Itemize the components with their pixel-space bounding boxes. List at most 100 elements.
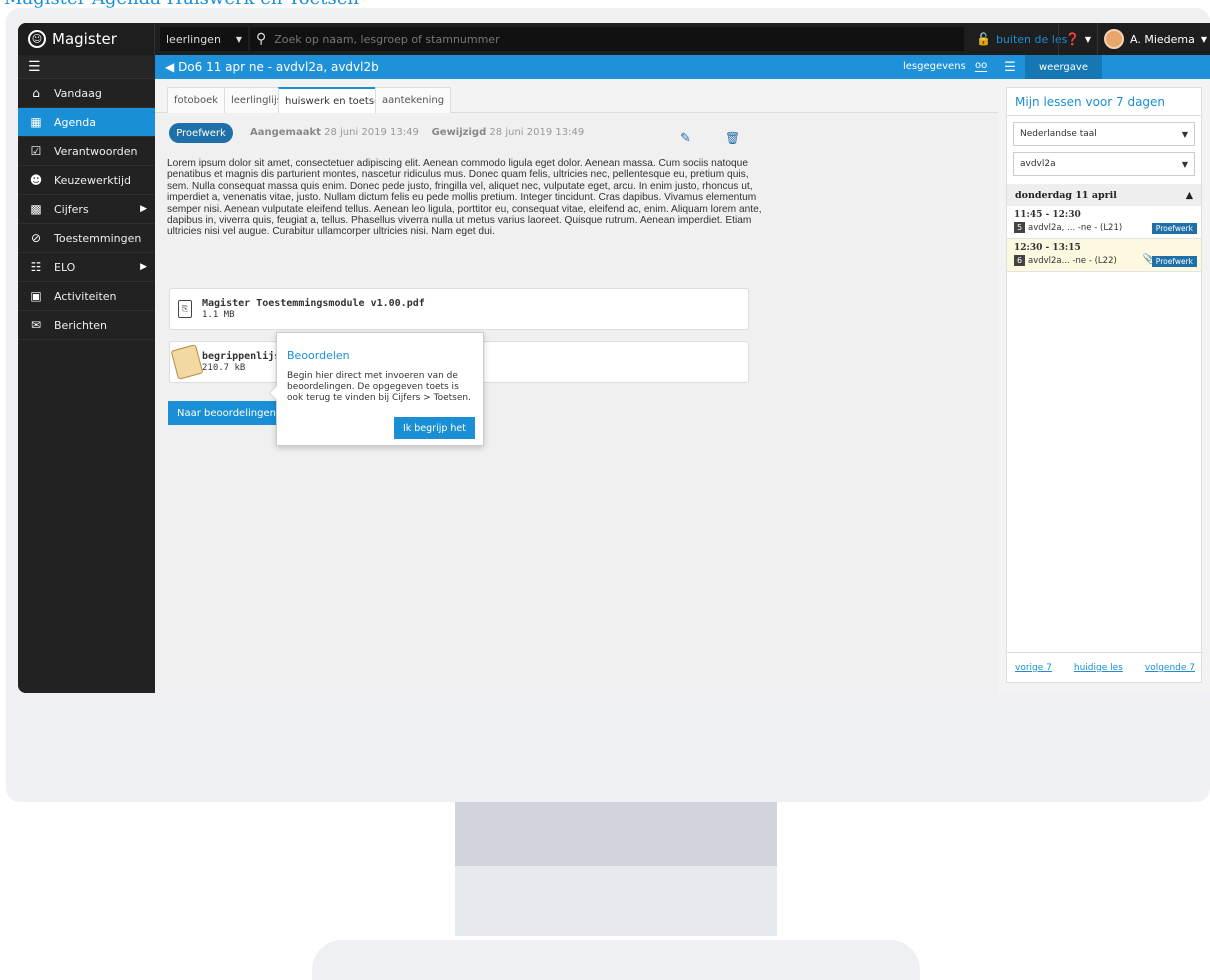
menu-toggle-button[interactable]: ☰ [18,55,155,79]
list-view-button[interactable]: ☰ [998,55,1022,79]
lesson-tag: Proefwerk [1151,223,1197,234]
help-icon: ❓ [1064,32,1080,46]
help-menu[interactable]: ❓ ▼ [1058,23,1098,55]
sidebar-item-label: Berichten [54,318,107,332]
pdf-icon: ⎘ [178,300,192,318]
envelope-icon: ✉ [30,318,42,332]
glasses-icon[interactable]: oo [975,60,988,72]
tab-bar: fotoboek leerlinglijst huiswerk en toets… [155,79,998,114]
widget-title: Mijn lessen voor 7 dagen [1007,88,1201,116]
created-date: 28 juni 2019 13:49 [324,127,419,138]
caret-down-icon: ▼ [1200,34,1208,44]
lessons-pagination: vorige 7 huidige les volgende 7 [1007,652,1203,682]
search-scope-select[interactable]: leerlingen ▼ [160,27,248,51]
chevron-right-icon: ▶ [140,204,147,214]
app-logo[interactable]: ☺ Magister [18,23,155,55]
day-label: donderdag 11 april [1015,189,1117,201]
created-label: Aangemaakt [250,127,321,138]
group-select[interactable]: avdvl2a ▼ [1013,152,1195,176]
dismiss-button[interactable]: Ik begrijp het [393,417,475,439]
monitor-stand [312,940,920,980]
hamburger-icon: ☰ [28,58,41,75]
calendar-icon: ▦ [30,115,42,129]
popover-title: Beoordelen [287,349,350,362]
search-input[interactable]: ⚲ Zoek op naam, lesgroep of stamnummer [250,27,964,51]
home-icon: ⌂ [32,86,40,100]
edit-icon[interactable]: ✎ [680,131,691,146]
lesson-hour: 5 [1014,222,1025,233]
sidebar-item-label: Agenda [54,115,96,129]
sidebar-item-agenda[interactable]: ▦ Agenda [18,108,155,137]
lock-status[interactable]: 🔓 buiten de les [976,23,1067,55]
review-popover: Beoordelen Begin hier direct met invoere… [269,332,484,446]
users-icon: ☻ [29,173,43,187]
type-badge: Proefwerk [169,123,233,143]
lesson-name: avdvl2a, ... -ne - (L21) [1028,223,1123,233]
screen: ☺ Magister leerlingen ▼ ⚲ Zoek op naam, … [18,23,1210,693]
file-size: 1.1 MB [202,310,235,320]
magister-logo-icon: ☺ [28,30,46,48]
file-size: 210.7 kB [202,363,246,373]
next-link[interactable]: volgende 7 [1145,663,1195,673]
group-icon: ☷ [30,260,42,274]
user-menu[interactable]: A. Miedema ▼ [1104,23,1207,55]
modified-date: 28 juni 2019 13:49 [489,127,585,138]
tab-fotoboek[interactable]: fotoboek [167,87,226,113]
lesson-header: ◀ Do6 11 apr ne - avdvl2a, avdvl2b lesge… [155,55,1210,79]
sidebar-item-berichten[interactable]: ✉ Berichten [18,311,155,340]
search-icon: ⚲ [256,31,267,47]
grid-icon: ▩ [30,202,42,216]
breadcrumb[interactable]: ◀ Do6 11 apr ne - avdvl2a, avdvl2b [165,60,379,74]
prev-link[interactable]: vorige 7 [1015,663,1052,673]
right-panel: Mijn lessen voor 7 dagen Nederlandse taa… [998,79,1210,693]
unlock-icon: 🔓 [976,32,991,46]
eye-slash-icon: ⊘ [30,231,42,245]
lock-status-label: buiten de les [995,32,1068,46]
lesson-time: 12:30 - 13:15 [1014,243,1081,253]
sidebar-item-toestemmingen[interactable]: ⊘ Toestemmingen [18,224,155,253]
search-placeholder: Zoek op naam, lesgroep of stamnummer [274,32,500,46]
sidebar-item-label: Verantwoorden [54,144,138,158]
attachment-pdf[interactable]: ⎘ Magister Toestemmingsmodule v1.00.pdf … [169,288,749,330]
group-value: avdvl2a [1020,159,1056,169]
user-name: A. Miedema [1130,32,1195,46]
tab-aantekening[interactable]: aantekening [375,87,452,113]
sidebar-item-verantwoorden[interactable]: ☑ Verantwoorden [18,137,155,166]
top-bar: ☺ Magister leerlingen ▼ ⚲ Zoek op naam, … [18,23,1210,55]
app-name: Magister [52,30,117,48]
list-item[interactable]: 12:30 - 13:15 6 avdvl2a... -ne - (L22) 📎… [1007,239,1201,272]
search-scope-value: leerlingen [166,32,221,46]
list-item[interactable]: 11:45 - 12:30 5 avdvl2a, ... -ne - (L21)… [1007,206,1201,239]
sidebar-item-vandaag[interactable]: ⌂ Vandaag [18,79,155,108]
monitor-neck [455,802,777,866]
lesson-hour: 6 [1014,255,1025,266]
sidebar-item-activiteiten[interactable]: ▣ Activiteiten [18,282,155,311]
subject-value: Nederlandse taal [1020,129,1097,139]
breadcrumb-label: Do6 11 apr ne - avdvl2a, avdvl2b [178,60,379,74]
weergave-button[interactable]: weergave [1025,55,1102,79]
sidebar: ☰ ⌂ Vandaag ▦ Agenda ☑ Verantwoorden ☻ K… [18,55,155,693]
current-link[interactable]: huidige les [1074,663,1123,673]
book-icon [170,344,204,380]
lesson-time: 11:45 - 12:30 [1014,210,1081,220]
caret-down-icon: ▼ [1181,159,1188,169]
lesgegevens-link[interactable]: lesgegevens [903,61,966,72]
review-button[interactable]: Naar beoordelingen [168,401,285,425]
back-icon: ◀ [165,60,175,74]
sidebar-item-elo[interactable]: ☷ ELO ▶ [18,253,155,282]
lessons-widget: Mijn lessen voor 7 dagen Nederlandse taa… [1006,87,1203,683]
popover-text: Begin hier direct met invoeren van de be… [287,371,471,403]
sidebar-item-label: Vandaag [54,86,102,100]
day-header[interactable]: donderdag 11 april ▲ [1007,184,1201,206]
sidebar-item-label: Keuzewerktijd [54,173,132,187]
chevron-right-icon: ▶ [140,262,147,272]
sidebar-item-keuzewerktijd[interactable]: ☻ Keuzewerktijd [18,166,155,195]
calendar-plus-icon: ▣ [30,289,42,303]
monitor-neck-lower [455,866,777,936]
lesson-tag: Proefwerk [1151,256,1197,267]
trash-icon[interactable]: 🗑 [725,131,740,145]
subject-select[interactable]: Nederlandse taal ▼ [1013,122,1195,146]
item-body: Lorem ipsum dolor sit amet, consectetuer… [167,158,762,238]
caret-down-icon: ▼ [1084,34,1092,44]
sidebar-item-cijfers[interactable]: ▩ Cijfers ▶ [18,195,155,224]
